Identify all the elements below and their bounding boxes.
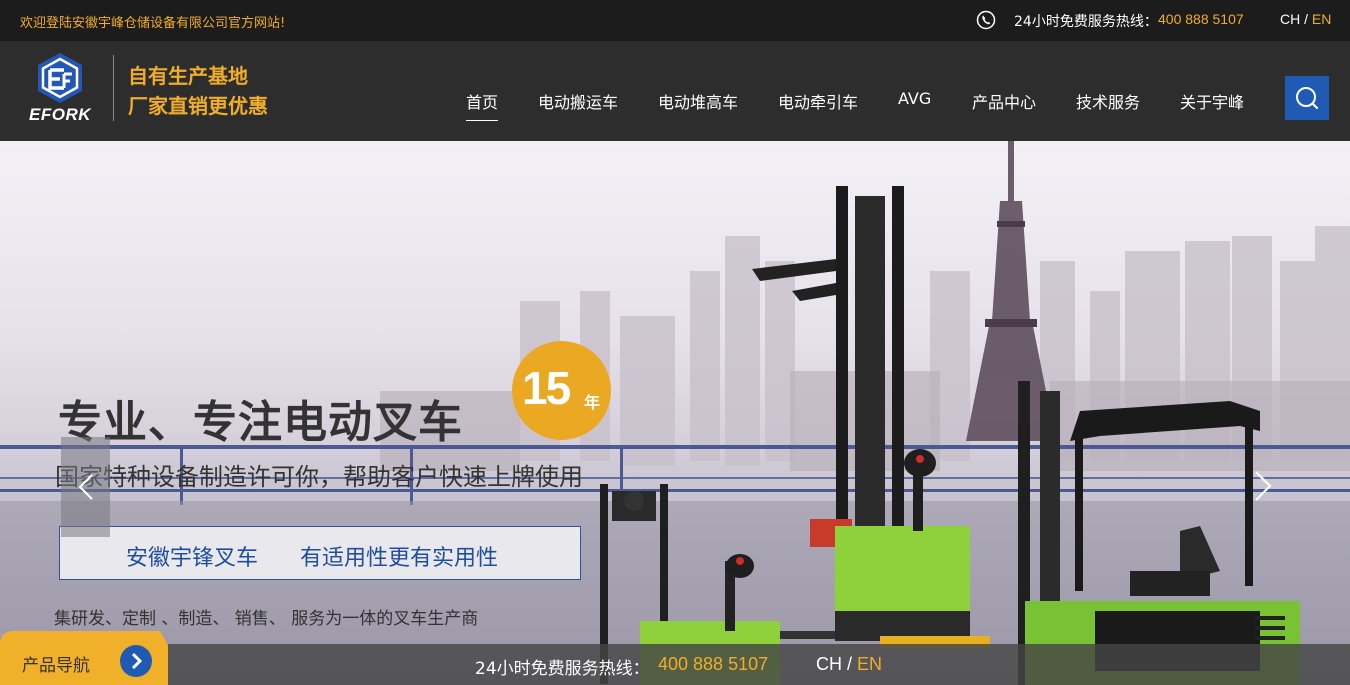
slogan-line1: 自有生产基地 bbox=[128, 64, 248, 88]
product-nav-label: 产品导航 bbox=[22, 656, 90, 676]
language-switch: CH / EN bbox=[1280, 11, 1331, 27]
nav-electric-pallet-truck[interactable]: 电动搬运车 bbox=[538, 89, 618, 113]
bottom-language-switch: CH / EN bbox=[816, 654, 882, 675]
chevron-left-icon bbox=[78, 474, 93, 500]
nav-avg[interactable]: AVG bbox=[898, 89, 931, 108]
banner-subline: 国家特种设备制造许可你，帮助客户快速上牌使用 bbox=[55, 463, 583, 491]
arrow-right-circle-icon bbox=[120, 645, 152, 677]
top-bar: 欢迎登陆安徽宇峰仓储设备有限公司官方网站! 24小时免费服务热线： 400 88… bbox=[0, 0, 1350, 41]
nav-home[interactable]: 首页 bbox=[466, 89, 499, 121]
bottom-hotline-number[interactable]: 400 888 5107 bbox=[658, 654, 768, 675]
chevron-right-icon bbox=[1255, 471, 1272, 501]
hotline-label: 24小时免费服务热线： bbox=[1014, 14, 1158, 30]
bottom-lang-ch-link[interactable]: CH bbox=[816, 654, 842, 674]
lang-ch-link[interactable]: CH bbox=[1280, 11, 1300, 27]
header-divider bbox=[113, 55, 114, 121]
banner-tag-1: 安徽宇锋叉车 bbox=[126, 546, 259, 571]
search-icon bbox=[1296, 87, 1319, 110]
bottom-hotline-label: 24小时免费服务热线： bbox=[475, 659, 650, 679]
years-badge-number: 15 bbox=[522, 362, 571, 414]
phone-icon bbox=[976, 10, 996, 30]
logo-text: EFORK bbox=[29, 105, 91, 124]
nav-electric-tractor[interactable]: 电动牵引车 bbox=[778, 89, 858, 113]
banner-tag-box: 安徽宇锋叉车 有适用性更有实用性 bbox=[59, 526, 581, 580]
bottom-lang-en-link[interactable]: EN bbox=[857, 654, 882, 674]
banner-description: 集研发、定制 、制造、 销售、 服务为一体的叉车生产商 bbox=[54, 609, 479, 629]
years-badge: 15 年 bbox=[512, 341, 611, 440]
banner-tag-2: 有适用性更有实用性 bbox=[300, 546, 499, 571]
site-header: EFORK 自有生产基地 厂家直销更优惠 首页 电动搬运车 电动堆高车 电动牵引… bbox=[0, 41, 1350, 141]
lang-separator: / bbox=[1304, 11, 1309, 27]
banner-headline: 专业、专注电动叉车 bbox=[58, 397, 463, 448]
search-button[interactable] bbox=[1285, 76, 1329, 120]
nav-tech-service[interactable]: 技术服务 bbox=[1076, 89, 1140, 113]
nav-products[interactable]: 产品中心 bbox=[972, 89, 1036, 113]
nav-about[interactable]: 关于宇峰 bbox=[1180, 89, 1244, 113]
hero-banner: 专业、专注电动叉车 15 年 国家特种设备制造许可你，帮助客户快速上牌使用 安徽… bbox=[0, 141, 1350, 685]
years-badge-unit: 年 bbox=[584, 393, 601, 412]
nav-electric-stacker[interactable]: 电动堆高车 bbox=[658, 89, 738, 113]
slogan-line2: 厂家直销更优惠 bbox=[128, 94, 268, 118]
hotline-number[interactable]: 400 888 5107 bbox=[1158, 11, 1244, 27]
bottom-hotline-bar: 24小时免费服务热线： 400 888 5107 CH / EN bbox=[0, 644, 1350, 685]
slider-next-button[interactable] bbox=[1240, 461, 1280, 511]
product-nav-button[interactable]: 产品导航 bbox=[0, 631, 168, 685]
welcome-text: 欢迎登陆安徽宇峰仓储设备有限公司官方网站! bbox=[20, 16, 286, 31]
slider-prev-button[interactable] bbox=[61, 437, 110, 537]
bottom-lang-separator: / bbox=[847, 654, 853, 674]
lang-en-link[interactable]: EN bbox=[1312, 11, 1331, 27]
